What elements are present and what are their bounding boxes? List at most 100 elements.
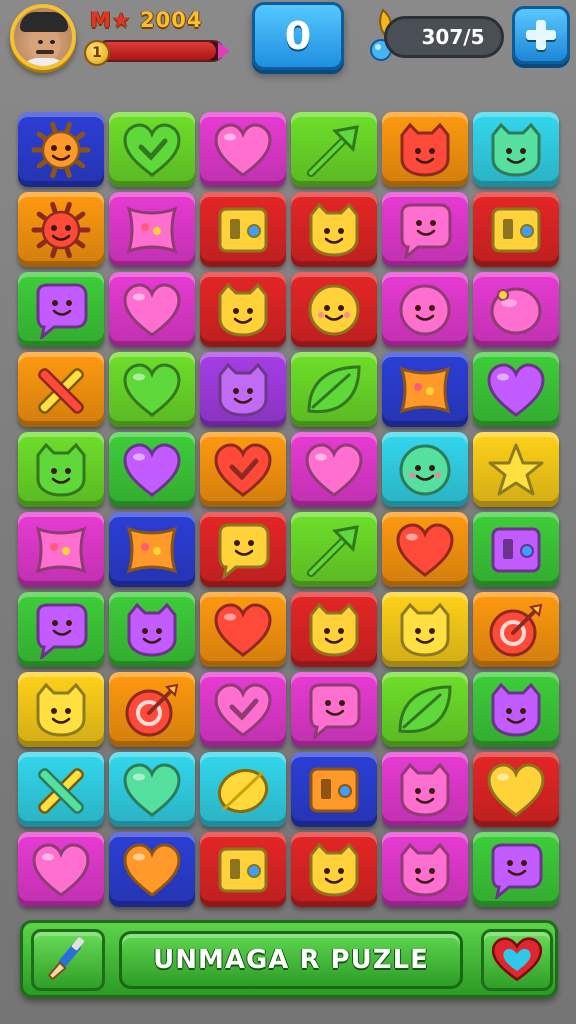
smiley-icon	[399, 444, 451, 495]
board-tile[interactable]	[473, 512, 559, 587]
board-tile[interactable]	[382, 272, 468, 347]
lives-button[interactable]	[481, 929, 553, 991]
board-tile[interactable]	[109, 752, 195, 827]
bottom-bar: UNMAGA R PUZLE	[20, 920, 558, 998]
cat-icon	[400, 842, 450, 897]
heart-icon	[396, 522, 454, 577]
board-tile[interactable]	[473, 592, 559, 667]
heart-icon	[123, 842, 181, 897]
board-tile[interactable]	[473, 752, 559, 827]
board-tile[interactable]	[18, 672, 104, 747]
board-tile[interactable]	[382, 832, 468, 907]
board-tile[interactable]	[109, 192, 195, 267]
box-icon	[309, 767, 359, 812]
board-tile[interactable]	[200, 192, 286, 267]
board-tile[interactable]	[382, 432, 468, 507]
level-prefix: M★	[90, 8, 132, 32]
level-badge: 1	[84, 40, 110, 66]
board-tile[interactable]	[200, 832, 286, 907]
heart-outline-icon	[123, 122, 181, 177]
board-tile[interactable]	[382, 512, 468, 587]
box-icon	[218, 207, 268, 252]
board-tile[interactable]	[473, 672, 559, 747]
board-tile[interactable]	[382, 112, 468, 187]
board-tile[interactable]	[382, 192, 468, 267]
add-moves-button[interactable]	[512, 6, 570, 64]
board-tile[interactable]	[382, 352, 468, 427]
board-tile[interactable]	[291, 752, 377, 827]
level-value: 2004	[140, 8, 203, 32]
board-tile[interactable]	[200, 432, 286, 507]
top-hud: M★ 2004 1 0 307/5	[0, 0, 576, 90]
board-tile[interactable]	[291, 512, 377, 587]
board-tile[interactable]	[18, 192, 104, 267]
heart-icon	[123, 762, 181, 817]
board-tile[interactable]	[382, 592, 468, 667]
board-tile[interactable]	[109, 832, 195, 907]
board-tile[interactable]	[18, 352, 104, 427]
board-tile[interactable]	[473, 112, 559, 187]
board-tile[interactable]	[291, 592, 377, 667]
box-icon	[491, 207, 541, 252]
board-tile[interactable]	[109, 432, 195, 507]
board-tile[interactable]	[200, 512, 286, 587]
board-tile[interactable]	[473, 272, 559, 347]
board-tile[interactable]	[200, 592, 286, 667]
arrow-icon	[307, 524, 359, 577]
game-title-button[interactable]: UNMAGA R PUZLE	[119, 931, 463, 989]
board-tile[interactable]	[18, 752, 104, 827]
cross-icon	[38, 767, 84, 814]
board-tile[interactable]	[291, 672, 377, 747]
board-tile[interactable]	[473, 832, 559, 907]
board-tile[interactable]	[473, 352, 559, 427]
board-tile[interactable]	[18, 592, 104, 667]
board-tile[interactable]	[18, 512, 104, 587]
paintbrush-icon	[47, 937, 85, 981]
board-tile[interactable]	[109, 272, 195, 347]
board-tile[interactable]	[109, 512, 195, 587]
board-tile[interactable]	[18, 272, 104, 347]
board-tile[interactable]	[382, 752, 468, 827]
bubble-icon	[218, 523, 270, 579]
cat-icon	[218, 282, 268, 337]
pillow-icon	[399, 366, 451, 413]
board-tile[interactable]	[18, 832, 104, 907]
heart-icon	[123, 442, 181, 497]
board-tile[interactable]	[200, 352, 286, 427]
cat-icon	[36, 682, 86, 737]
board-tile[interactable]	[109, 592, 195, 667]
board-tile[interactable]	[291, 432, 377, 507]
board-tile[interactable]	[291, 192, 377, 267]
box-icon	[491, 527, 541, 572]
pillow-icon	[35, 526, 87, 573]
heart-icon	[214, 602, 272, 657]
moves-counter: 307/5	[384, 16, 504, 58]
board-tile[interactable]	[291, 832, 377, 907]
bubble-icon	[400, 203, 452, 259]
cat-icon	[491, 682, 541, 737]
board-tile[interactable]	[109, 112, 195, 187]
arrow-icon	[307, 124, 359, 177]
board-tile[interactable]	[18, 432, 104, 507]
board-tile[interactable]	[109, 672, 195, 747]
board-tile[interactable]	[200, 752, 286, 827]
board-tile[interactable]	[473, 192, 559, 267]
board-tile[interactable]	[291, 112, 377, 187]
cat-icon	[400, 602, 450, 657]
board-tile[interactable]	[473, 432, 559, 507]
target-icon	[489, 603, 543, 656]
bubble-icon	[309, 683, 361, 739]
player-avatar[interactable]	[10, 4, 76, 70]
puzzle-board	[18, 112, 560, 916]
board-tile[interactable]	[200, 672, 286, 747]
board-tile[interactable]	[291, 272, 377, 347]
cat-icon	[127, 602, 177, 657]
board-tile[interactable]	[382, 672, 468, 747]
board-tile[interactable]	[200, 112, 286, 187]
paintbrush-button[interactable]	[31, 929, 105, 991]
board-tile[interactable]	[291, 352, 377, 427]
board-tile[interactable]	[200, 272, 286, 347]
board-tile[interactable]	[18, 112, 104, 187]
board-tile[interactable]	[109, 352, 195, 427]
cat-icon	[218, 362, 268, 417]
